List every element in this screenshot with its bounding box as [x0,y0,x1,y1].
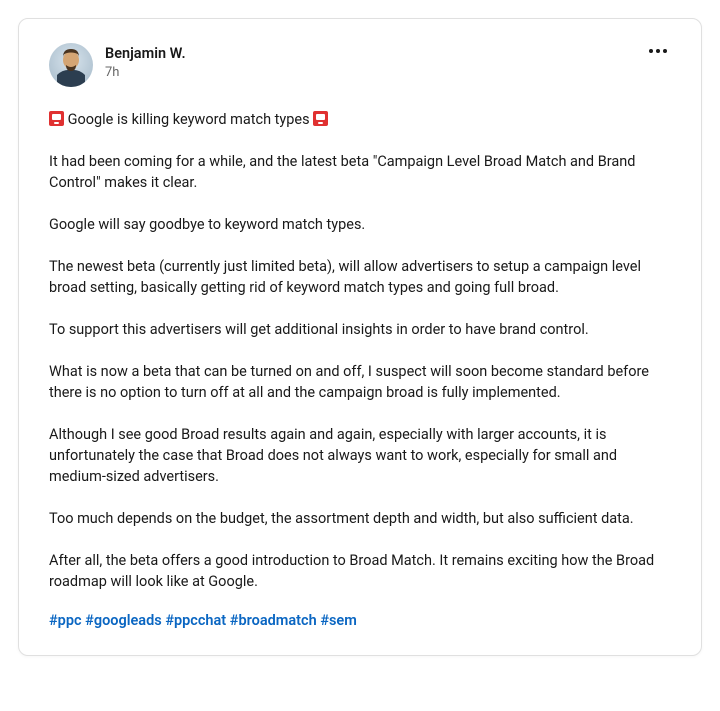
hashtag-link[interactable]: #ppc [49,612,82,629]
avatar[interactable] [49,43,93,87]
post-headline: Google is killing keyword match types [49,109,671,130]
alarm-emoji-icon [49,111,64,126]
post-paragraph: To support this advertisers will get add… [49,319,671,340]
hashtags: #ppc #googleads #ppcchat #broadmatch #se… [49,610,671,631]
post-paragraph: It had been coming for a while, and the … [49,151,671,193]
post-card: Benjamin W. 7h Google is killing keyword… [18,18,702,656]
post-paragraph: Although I see good Broad results again … [49,424,671,487]
more-options-button[interactable] [645,45,671,57]
hashtag-link[interactable]: #sem [320,612,357,629]
headline-text: Google is killing keyword match types [64,111,313,128]
ellipsis-icon [649,49,653,53]
avatar-image-icon [49,43,93,87]
hashtag-link[interactable]: #ppcchat [165,612,226,629]
post-body: Google is killing keyword match types It… [49,109,671,631]
hashtag-link[interactable]: #googleads [85,612,162,629]
post-timestamp: 7h [105,65,645,80]
alarm-emoji-icon [313,111,328,126]
author-info: Benjamin W. 7h [105,43,645,80]
post-header: Benjamin W. 7h [49,43,671,87]
author-name[interactable]: Benjamin W. [105,45,645,64]
post-paragraph: After all, the beta offers a good introd… [49,550,671,592]
hashtag-link[interactable]: #broadmatch [230,612,317,629]
post-paragraph: The newest beta (currently just limited … [49,256,671,298]
post-paragraph: Too much depends on the budget, the asso… [49,508,671,529]
post-paragraph: Google will say goodbye to keyword match… [49,214,671,235]
post-paragraph: What is now a beta that can be turned on… [49,361,671,403]
